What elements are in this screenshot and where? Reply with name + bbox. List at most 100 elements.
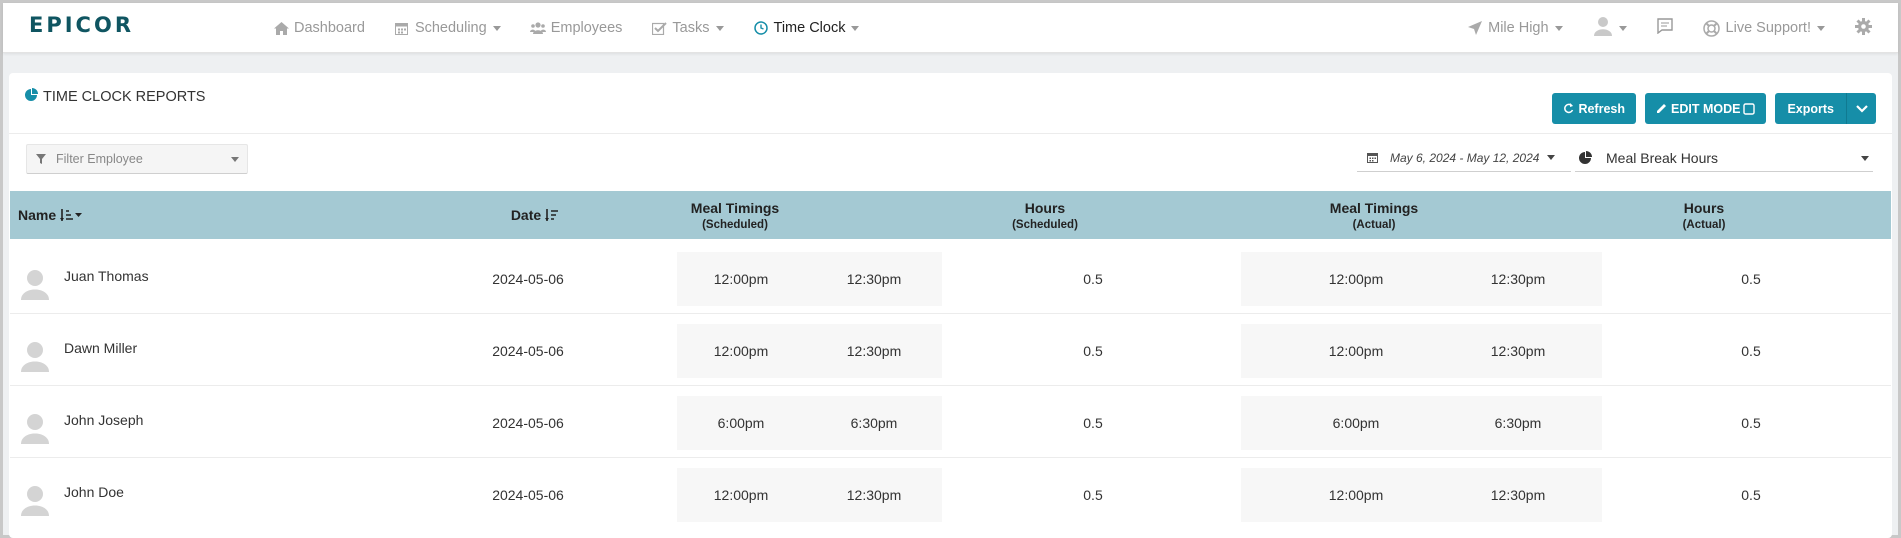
divider <box>9 133 1892 134</box>
edit-mode-label: EDIT MODE <box>1671 101 1741 116</box>
column-header-hours-actual: Hours (Actual) <box>1644 191 1764 239</box>
report-type-select[interactable]: Meal Break Hours <box>1575 144 1873 172</box>
gear-icon <box>1855 17 1872 39</box>
home-icon <box>273 21 289 35</box>
table-header: Name Date Meal Timings (Scheduled) Hours… <box>10 191 1891 239</box>
column-header-name[interactable]: Name <box>18 191 83 239</box>
employee-name: Juan Thomas <box>64 268 149 284</box>
users-icon <box>529 21 546 35</box>
calendar-icon <box>1367 152 1378 163</box>
meal-timing-actual <box>1241 468 1602 522</box>
nav-tasks[interactable]: Tasks <box>651 20 724 36</box>
avatar <box>20 268 50 300</box>
sort-ascending-icon <box>60 209 83 221</box>
exports-dropdown-toggle[interactable] <box>1846 93 1876 124</box>
chevron-down-icon <box>1618 25 1627 31</box>
scheduled-meal-start: 6:00pm <box>717 415 765 431</box>
nav-time-clock-label: Time Clock <box>773 20 846 36</box>
column-header-meal-actual-sub: (Actual) <box>1352 218 1396 231</box>
nav-dashboard[interactable]: Dashboard <box>273 20 365 36</box>
date-range-picker[interactable]: May 6, 2024 - May 12, 2024 <box>1357 144 1571 172</box>
nav-scheduling-label: Scheduling <box>414 20 487 36</box>
pie-chart-icon <box>25 88 38 105</box>
employee-name: Dawn Miller <box>64 340 138 356</box>
actual-meal-start: 12:00pm <box>1328 271 1384 287</box>
column-header-hours-scheduled-sub: (Scheduled) <box>1012 218 1078 231</box>
chevron-down-icon <box>1817 25 1825 31</box>
column-header-date[interactable]: Date <box>505 191 565 239</box>
avatar <box>20 484 50 516</box>
user-menu[interactable] <box>1593 16 1627 40</box>
location-selector[interactable]: Mile High <box>1467 20 1563 36</box>
exports-button[interactable]: Exports <box>1775 93 1846 124</box>
actual-meal-end: 12:30pm <box>1490 487 1546 503</box>
avatar <box>20 412 50 444</box>
scheduled-hours: 0.5 <box>1083 343 1103 359</box>
scheduled-meal-start: 12:00pm <box>713 487 769 503</box>
filter-employee-placeholder: Filter Employee <box>56 152 143 166</box>
nav-scheduling[interactable]: Scheduling <box>394 20 501 36</box>
column-header-hours-actual-label: Hours <box>1683 199 1725 216</box>
edit-mode-button[interactable]: EDIT MODE <box>1645 93 1767 124</box>
live-support-menu[interactable]: Live Support! <box>1703 19 1825 37</box>
employee-name: John Doe <box>64 484 124 500</box>
user-avatar-icon <box>1593 16 1613 40</box>
column-header-meal-actual-label: Meal Timings <box>1329 199 1419 216</box>
column-header-name-label: Name <box>18 207 57 223</box>
pie-chart-icon <box>1579 151 1592 164</box>
actual-meal-end: 12:30pm <box>1490 343 1546 359</box>
refresh-button[interactable]: Refresh <box>1552 93 1636 124</box>
live-support-label: Live Support! <box>1725 20 1811 36</box>
exports-button-group: Exports <box>1775 93 1876 124</box>
chevron-down-icon <box>492 25 501 31</box>
actual-meal-start: 6:00pm <box>1332 415 1380 431</box>
refresh-icon <box>1563 103 1574 114</box>
actual-meal-start: 12:00pm <box>1328 343 1384 359</box>
scheduled-meal-start: 12:00pm <box>713 271 769 287</box>
sort-descending-icon <box>545 209 559 221</box>
column-header-meal-scheduled: Meal Timings (Scheduled) <box>655 191 815 239</box>
nav-time-clock[interactable]: Time Clock <box>753 20 860 36</box>
page-title-text: TIME CLOCK REPORTS <box>43 88 206 105</box>
top-navbar: EPICOR Dashboard Scheduling Employees Ta… <box>3 3 1898 53</box>
calendar-icon <box>394 21 410 35</box>
scheduled-meal-end: 6:30pm <box>850 415 898 431</box>
nav-dashboard-label: Dashboard <box>294 20 365 36</box>
refresh-label: Refresh <box>1578 101 1625 116</box>
settings-button[interactable] <box>1855 17 1872 39</box>
messages-button[interactable] <box>1656 18 1673 38</box>
row-date: 2024-05-06 <box>492 271 564 287</box>
chevron-down-icon <box>715 25 724 31</box>
row-date: 2024-05-06 <box>492 415 564 431</box>
scheduled-meal-start: 12:00pm <box>713 343 769 359</box>
actual-meal-end: 6:30pm <box>1494 415 1542 431</box>
employee-name: John Joseph <box>64 412 144 428</box>
table-row[interactable]: John Doe 2024-05-06 12:00pm 12:30pm 0.5 … <box>10 458 1891 530</box>
chevron-down-icon <box>1547 155 1556 160</box>
column-header-meal-scheduled-sub: (Scheduled) <box>702 218 768 231</box>
scheduled-meal-end: 12:30pm <box>846 271 902 287</box>
report-panel: TIME CLOCK REPORTS Refresh EDIT MODE Exp… <box>9 73 1892 538</box>
scheduled-hours: 0.5 <box>1083 487 1103 503</box>
chevron-down-icon <box>1554 25 1563 31</box>
nav-employees-label: Employees <box>550 20 623 36</box>
table-row[interactable]: Juan Thomas 2024-05-06 12:00pm 12:30pm 0… <box>10 242 1891 314</box>
actual-hours: 0.5 <box>1741 271 1761 287</box>
table-row[interactable]: John Joseph 2024-05-06 6:00pm 6:30pm 0.5… <box>10 386 1891 458</box>
column-header-meal-scheduled-label: Meal Timings <box>690 199 780 216</box>
epicor-logo[interactable]: EPICOR <box>29 13 134 37</box>
chevron-down-icon <box>851 25 860 31</box>
nav-employees[interactable]: Employees <box>529 20 623 36</box>
chevron-down-icon <box>231 157 239 162</box>
table-row[interactable]: Dawn Miller 2024-05-06 12:00pm 12:30pm 0… <box>10 314 1891 386</box>
toolbar: Refresh EDIT MODE Exports <box>1543 93 1876 124</box>
scheduled-hours: 0.5 <box>1083 415 1103 431</box>
column-header-hours-actual-sub: (Actual) <box>1682 218 1726 231</box>
chat-icon <box>1656 18 1673 38</box>
meal-timing-actual <box>1241 252 1602 306</box>
filter-employee-dropdown[interactable]: Filter Employee <box>26 144 248 174</box>
scheduled-hours: 0.5 <box>1083 271 1103 287</box>
nav-tasks-label: Tasks <box>672 20 710 36</box>
location-arrow-icon <box>1467 21 1483 35</box>
clock-icon <box>753 21 769 35</box>
